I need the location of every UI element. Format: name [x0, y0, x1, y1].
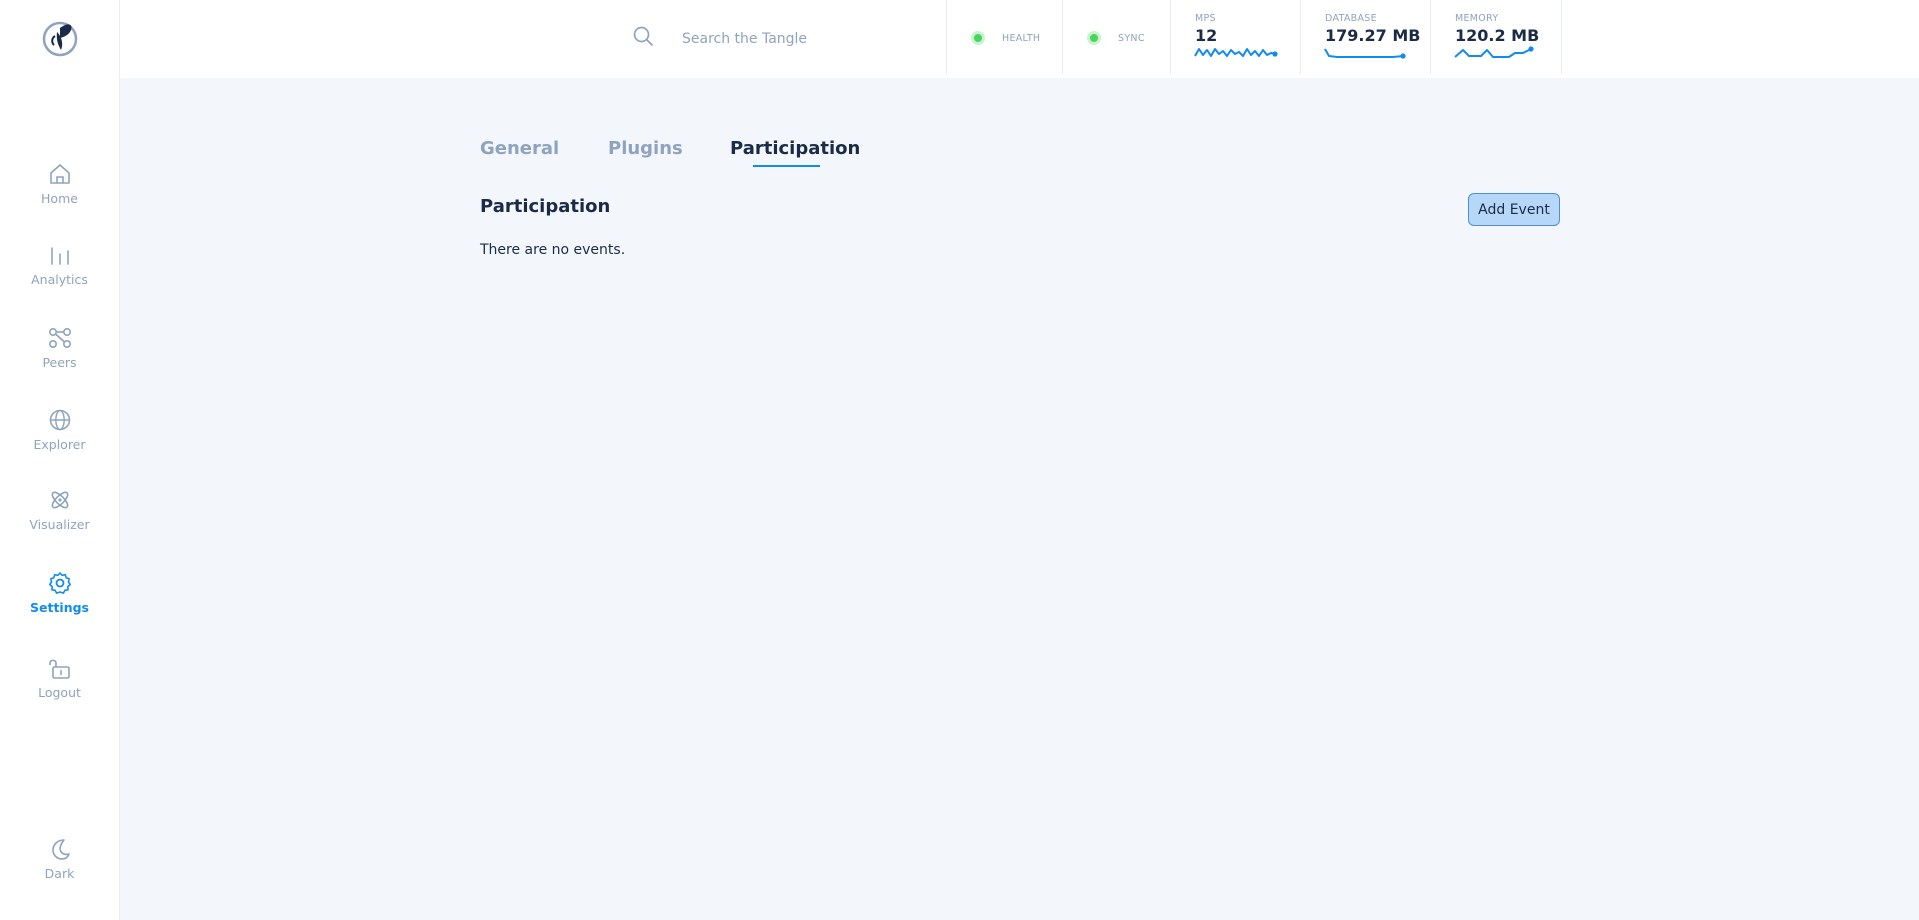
- theme-toggle-label: Dark: [44, 866, 75, 881]
- database-sparkline: [1324, 48, 1406, 59]
- peers-icon: [48, 327, 71, 349]
- sidebar-item-label: Explorer: [33, 437, 86, 452]
- mps-sparkline: [1194, 48, 1278, 57]
- page-title: Participation: [480, 196, 611, 217]
- sidebar-item-analytics[interactable]: Analytics: [0, 242, 119, 287]
- sidebar-item-settings[interactable]: Settings: [0, 570, 119, 615]
- sidebar-item-logout[interactable]: Logout: [0, 655, 119, 700]
- mps-metric: MPS 12: [1170, 0, 1301, 74]
- moon-icon: [51, 839, 70, 860]
- globe-icon: [49, 409, 70, 431]
- hornet-logo-icon[interactable]: [40, 18, 80, 58]
- unlock-icon: [48, 659, 70, 679]
- home-icon: [49, 164, 70, 184]
- bar-chart-icon: [50, 247, 69, 265]
- dark-mode-toggle[interactable]: Dark: [0, 836, 119, 881]
- database-label: DATABASE: [1325, 13, 1377, 24]
- top-bar: HEALTH SYNC MPS 12 DATABASE 179.27 MB ME…: [120, 0, 1919, 78]
- sidebar-item-explorer[interactable]: Explorer: [0, 407, 119, 452]
- database-metric: DATABASE 179.27 MB: [1300, 0, 1431, 74]
- sidebar-item-label: Peers: [42, 355, 77, 370]
- memory-value: 120.2 MB: [1455, 26, 1540, 45]
- mps-label: MPS: [1195, 13, 1216, 24]
- sidebar-item-home[interactable]: Home: [0, 161, 119, 206]
- sidebar: Home Analytics Peers Explorer Visualizer…: [0, 0, 120, 920]
- memory-sparkline: [1454, 46, 1534, 58]
- health-status: HEALTH: [946, 0, 1063, 74]
- active-tab-indicator: [753, 165, 820, 167]
- sidebar-item-label: Logout: [38, 685, 81, 700]
- sidebar-item-label: Visualizer: [29, 517, 90, 532]
- sync-label: SYNC: [1118, 33, 1145, 44]
- database-value: 179.27 MB: [1325, 26, 1421, 45]
- mps-value: 12: [1195, 26, 1218, 45]
- tab-general[interactable]: General: [480, 138, 559, 159]
- add-event-button[interactable]: Add Event: [1468, 193, 1560, 226]
- atom-icon: [51, 491, 68, 509]
- memory-metric: MEMORY 120.2 MB: [1430, 0, 1562, 74]
- health-label: HEALTH: [1002, 33, 1041, 44]
- gear-icon: [48, 572, 71, 594]
- sidebar-item-label: Analytics: [31, 272, 88, 287]
- sync-status: SYNC: [1062, 0, 1171, 74]
- tab-plugins[interactable]: Plugins: [608, 138, 683, 159]
- sidebar-item-label: Home: [41, 191, 78, 206]
- sync-indicator: [1087, 31, 1101, 45]
- memory-label: MEMORY: [1455, 13, 1499, 24]
- empty-state-message: There are no events.: [480, 242, 626, 258]
- health-indicator: [971, 31, 985, 45]
- sidebar-item-visualizer[interactable]: Visualizer: [0, 487, 119, 532]
- tab-participation[interactable]: Participation: [730, 138, 860, 159]
- sidebar-item-peers[interactable]: Peers: [0, 325, 119, 370]
- search-icon[interactable]: [632, 25, 654, 47]
- sidebar-item-label: Settings: [29, 600, 89, 615]
